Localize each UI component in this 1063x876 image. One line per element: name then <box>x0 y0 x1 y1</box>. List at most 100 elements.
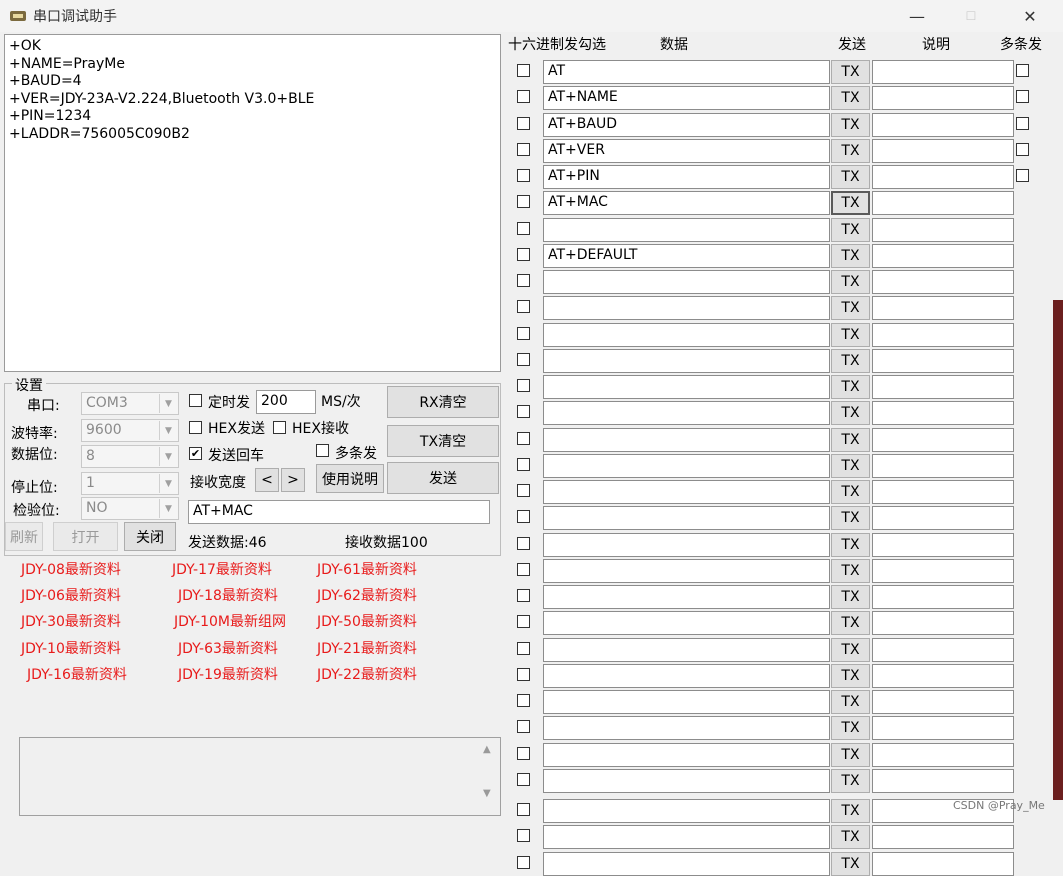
minimize-button[interactable]: — <box>894 0 940 32</box>
row-tx-button[interactable]: TX <box>831 270 870 294</box>
row-tx-button[interactable]: TX <box>831 113 870 137</box>
row-tx-button[interactable]: TX <box>831 139 870 163</box>
link-jdy-61[interactable]: JDY-61最新资料 <box>317 559 417 579</box>
row-desc-input[interactable] <box>872 323 1014 347</box>
row-data-input[interactable] <box>543 401 830 425</box>
link-jdy-17[interactable]: JDY-17最新资料 <box>172 559 272 579</box>
row-data-input[interactable] <box>543 852 830 876</box>
row-desc-input[interactable] <box>872 690 1014 714</box>
row-desc-input[interactable] <box>872 428 1014 452</box>
refresh-button[interactable]: 刷新 <box>5 522 43 551</box>
row-hex-checkbox[interactable] <box>517 143 530 156</box>
row-data-input[interactable] <box>543 799 830 823</box>
usage-button[interactable]: 使用说明 <box>316 464 384 493</box>
row-tx-button[interactable]: TX <box>831 852 870 876</box>
row-desc-input[interactable] <box>872 113 1014 137</box>
row-data-input[interactable]: AT+DEFAULT <box>543 244 830 268</box>
row-hex-checkbox[interactable] <box>517 720 530 733</box>
row-tx-button[interactable]: TX <box>831 559 870 583</box>
row-tx-button[interactable]: TX <box>831 428 870 452</box>
rx-clear-button[interactable]: RX清空 <box>387 386 499 418</box>
row-data-input[interactable] <box>543 218 830 242</box>
row-hex-checkbox[interactable] <box>517 169 530 182</box>
row-desc-input[interactable] <box>872 769 1014 793</box>
row-desc-input[interactable] <box>872 60 1014 84</box>
row-desc-input[interactable] <box>872 191 1014 215</box>
row-tx-button[interactable]: TX <box>831 716 870 740</box>
row-data-input[interactable] <box>543 375 830 399</box>
row-hex-checkbox[interactable] <box>517 90 530 103</box>
row-tx-button[interactable]: TX <box>831 664 870 688</box>
row-hex-checkbox[interactable] <box>517 642 530 655</box>
link-jdy-21[interactable]: JDY-21最新资料 <box>317 638 417 658</box>
open-port-button[interactable]: 打开 <box>53 522 118 551</box>
row-hex-checkbox[interactable] <box>517 589 530 602</box>
row-tx-button[interactable]: TX <box>831 323 870 347</box>
row-desc-input[interactable] <box>872 244 1014 268</box>
link-jdy-18[interactable]: JDY-18最新资料 <box>178 585 278 605</box>
row-hex-checkbox[interactable] <box>517 353 530 366</box>
row-hex-checkbox[interactable] <box>517 668 530 681</box>
link-jdy-50[interactable]: JDY-50最新资料 <box>317 611 417 631</box>
row-desc-input[interactable] <box>872 270 1014 294</box>
row-hex-checkbox[interactable] <box>517 803 530 816</box>
stopbits-select[interactable]: 1 ▼ <box>81 472 179 495</box>
row-hex-checkbox[interactable] <box>517 379 530 392</box>
row-multi-checkbox[interactable] <box>1016 143 1029 156</box>
receive-textarea[interactable]: +OK +NAME=PrayMe +BAUD=4 +VER=JDY-23A-V2… <box>4 34 501 372</box>
maximize-button[interactable]: ☐ <box>948 0 994 32</box>
link-jdy-06[interactable]: JDY-06最新资料 <box>21 585 121 605</box>
link-jdy-16[interactable]: JDY-16最新资料 <box>27 664 127 684</box>
row-data-input[interactable] <box>543 716 830 740</box>
row-hex-checkbox[interactable] <box>517 458 530 471</box>
row-desc-input[interactable] <box>872 638 1014 662</box>
row-hex-checkbox[interactable] <box>517 694 530 707</box>
row-data-input[interactable]: AT+VER <box>543 139 830 163</box>
row-desc-input[interactable] <box>872 86 1014 110</box>
row-desc-input[interactable] <box>872 716 1014 740</box>
port-select[interactable]: COM3 ▼ <box>81 392 179 415</box>
hex-send-checkbox[interactable] <box>189 421 202 434</box>
row-tx-button[interactable]: TX <box>831 480 870 504</box>
row-data-input[interactable] <box>543 270 830 294</box>
row-hex-checkbox[interactable] <box>517 563 530 576</box>
row-hex-checkbox[interactable] <box>517 117 530 130</box>
row-data-input[interactable] <box>543 559 830 583</box>
row-hex-checkbox[interactable] <box>517 432 530 445</box>
row-multi-checkbox[interactable] <box>1016 90 1029 103</box>
row-hex-checkbox[interactable] <box>517 222 530 235</box>
row-data-input[interactable] <box>543 611 830 635</box>
row-tx-button[interactable]: TX <box>831 454 870 478</box>
row-data-input[interactable] <box>543 428 830 452</box>
row-data-input[interactable] <box>543 743 830 767</box>
width-decrease-button[interactable]: < <box>255 468 279 492</box>
row-data-input[interactable] <box>543 296 830 320</box>
row-data-input[interactable] <box>543 506 830 530</box>
row-data-input[interactable]: AT+MAC <box>543 191 830 215</box>
row-data-input[interactable] <box>543 480 830 504</box>
row-data-input[interactable] <box>543 638 830 662</box>
multi-send-checkbox[interactable] <box>316 444 329 457</box>
row-hex-checkbox[interactable] <box>517 773 530 786</box>
row-desc-input[interactable] <box>872 825 1014 849</box>
scroll-down-icon[interactable]: ▼ <box>483 788 491 799</box>
link-jdy-22[interactable]: JDY-22最新资料 <box>317 664 417 684</box>
row-multi-checkbox[interactable] <box>1016 169 1029 182</box>
close-window-button[interactable]: ✕ <box>1007 0 1053 32</box>
link-jdy-62[interactable]: JDY-62最新资料 <box>317 585 417 605</box>
row-data-input[interactable]: AT+NAME <box>543 86 830 110</box>
row-multi-checkbox[interactable] <box>1016 64 1029 77</box>
row-hex-checkbox[interactable] <box>517 537 530 550</box>
row-tx-button[interactable]: TX <box>831 638 870 662</box>
row-data-input[interactable] <box>543 664 830 688</box>
row-data-input[interactable]: AT <box>543 60 830 84</box>
row-hex-checkbox[interactable] <box>517 327 530 340</box>
row-tx-button[interactable]: TX <box>831 218 870 242</box>
row-desc-input[interactable] <box>872 375 1014 399</box>
parity-select[interactable]: NO ▼ <box>81 497 179 520</box>
scroll-up-icon[interactable]: ▲ <box>483 744 491 755</box>
row-desc-input[interactable] <box>872 559 1014 583</box>
row-tx-button[interactable]: TX <box>831 506 870 530</box>
row-tx-button[interactable]: TX <box>831 375 870 399</box>
row-desc-input[interactable] <box>872 401 1014 425</box>
